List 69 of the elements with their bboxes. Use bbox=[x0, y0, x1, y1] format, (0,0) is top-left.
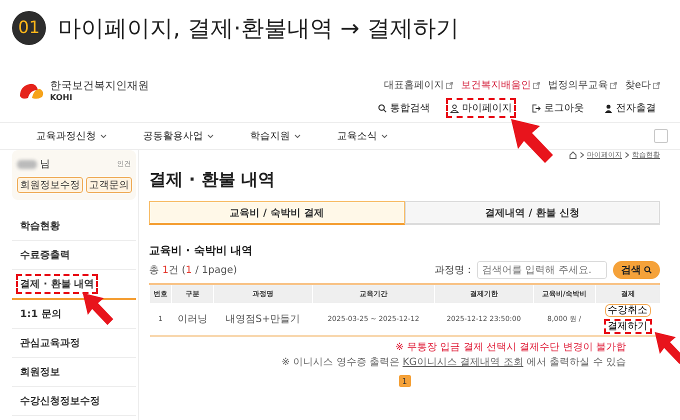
tab[interactable]: 결제내역 / 환불 신청 bbox=[404, 201, 660, 225]
user-card-button[interactable]: 고객문의 bbox=[86, 177, 132, 193]
person-icon bbox=[450, 104, 459, 112]
external-link-icon bbox=[446, 82, 453, 88]
search-label: 과정명 : bbox=[434, 264, 471, 277]
nav-menu-item[interactable]: 교육소식 bbox=[337, 129, 388, 143]
notice-link[interactable]: KG이니시스 결제내역 조회 bbox=[402, 357, 524, 368]
name-suffix: 님 bbox=[40, 158, 50, 171]
search-button[interactable]: 검색 bbox=[613, 261, 660, 279]
notice-text: ※ 이니시스 영수증 출력은 KG이니시스 결제내역 조회 에서 출력하실 수 있습 bbox=[282, 356, 626, 369]
chevron-down-icon bbox=[100, 134, 107, 138]
row-action-button[interactable]: 결제하기 bbox=[604, 319, 652, 334]
user-card-button[interactable]: 회원정보수정 bbox=[17, 177, 83, 193]
notice-text: ※ 무통장 입금 결제 선택시 결제수단 변경이 불가합 bbox=[395, 341, 626, 354]
sidebar-label: 결제 · 환불 내역 bbox=[16, 274, 98, 294]
pointer-arrow bbox=[510, 118, 554, 164]
chevron-right-icon bbox=[625, 152, 629, 158]
chevron-right-icon bbox=[580, 152, 584, 158]
sidebar-label: 수강신청정보수정 bbox=[19, 395, 101, 409]
sidebar-label: 회원정보 bbox=[19, 366, 61, 380]
tab[interactable]: 교육비 / 숙박비 결제 bbox=[149, 201, 404, 225]
sidebar-item[interactable]: 1:1 문의 bbox=[12, 300, 136, 329]
header-link[interactable]: 전자출결 bbox=[600, 98, 660, 118]
table-cell: 이러닝 bbox=[172, 303, 214, 336]
chevron-down-icon bbox=[294, 134, 301, 138]
sidebar-item[interactable]: 학습현황 bbox=[12, 212, 136, 241]
external-link-icon bbox=[532, 82, 540, 88]
logout-icon bbox=[532, 104, 541, 112]
step-number: 01 bbox=[12, 11, 46, 45]
sidebar-item[interactable]: 수료증출력 bbox=[12, 241, 136, 270]
sidebar-label: 학습현황 bbox=[19, 220, 61, 234]
pointer-arrow bbox=[82, 292, 114, 326]
page-button[interactable]: 1 bbox=[398, 375, 410, 387]
search-field[interactable]: 검색어를 입력해 주세요. bbox=[477, 261, 607, 279]
table-cell: 내영점S+만들기 bbox=[213, 303, 313, 336]
section-title: 교육비 · 숙박비 내역 bbox=[149, 243, 254, 258]
header-link[interactable]: 로그아웃 bbox=[528, 98, 588, 118]
blurred-name bbox=[17, 160, 37, 168]
guide-title: 마이페이지, 결제·환불내역 → 결제하기 bbox=[58, 14, 459, 44]
chevron-down-icon bbox=[381, 134, 388, 138]
home-icon bbox=[569, 151, 577, 159]
sidebar-item[interactable]: 수강신청정보수정 bbox=[12, 387, 136, 416]
logo-name: 한국보건복지인재원 bbox=[50, 78, 149, 93]
nav-menu-item[interactable]: 공동활용사업 bbox=[143, 129, 214, 143]
top-link[interactable]: 대표홈페이지 bbox=[384, 78, 453, 92]
person-icon bbox=[604, 104, 613, 112]
sidebar-label: 관심교육과정 bbox=[19, 337, 81, 351]
menu-button[interactable] bbox=[654, 129, 668, 143]
external-link-icon bbox=[610, 82, 617, 88]
header-link[interactable]: 마이페이지 bbox=[446, 98, 516, 118]
result-count: 총 1건 (1 / 1page) bbox=[149, 264, 237, 277]
page-title: 결제 · 환불 내역 bbox=[149, 169, 276, 191]
sidebar-item[interactable]: 회원정보 bbox=[12, 358, 136, 387]
pointer-arrow bbox=[654, 331, 680, 365]
nav-menu-item[interactable]: 학습지원 bbox=[250, 129, 301, 143]
top-link[interactable]: 법정의무교육 bbox=[548, 78, 617, 92]
chevron-down-icon bbox=[207, 134, 214, 138]
row-action-button[interactable]: 수강취소 bbox=[604, 304, 651, 317]
search-icon bbox=[378, 104, 387, 112]
search-icon bbox=[644, 266, 652, 274]
sidebar-item[interactable]: 관심교육과정 bbox=[12, 329, 136, 358]
logo-abbreviation: KOHI bbox=[50, 93, 74, 102]
header-link[interactable]: 통합검색 bbox=[374, 98, 434, 118]
sidebar-label: 수료증출력 bbox=[19, 249, 71, 263]
nav-menu-item[interactable]: 교육과정신청 bbox=[36, 129, 107, 143]
external-link-icon bbox=[653, 82, 660, 88]
sidebar-label: 1:1 문의 bbox=[19, 308, 62, 322]
top-link[interactable]: 보건복지배움인 bbox=[460, 78, 540, 92]
top-link[interactable]: 찾e다 bbox=[624, 78, 660, 92]
